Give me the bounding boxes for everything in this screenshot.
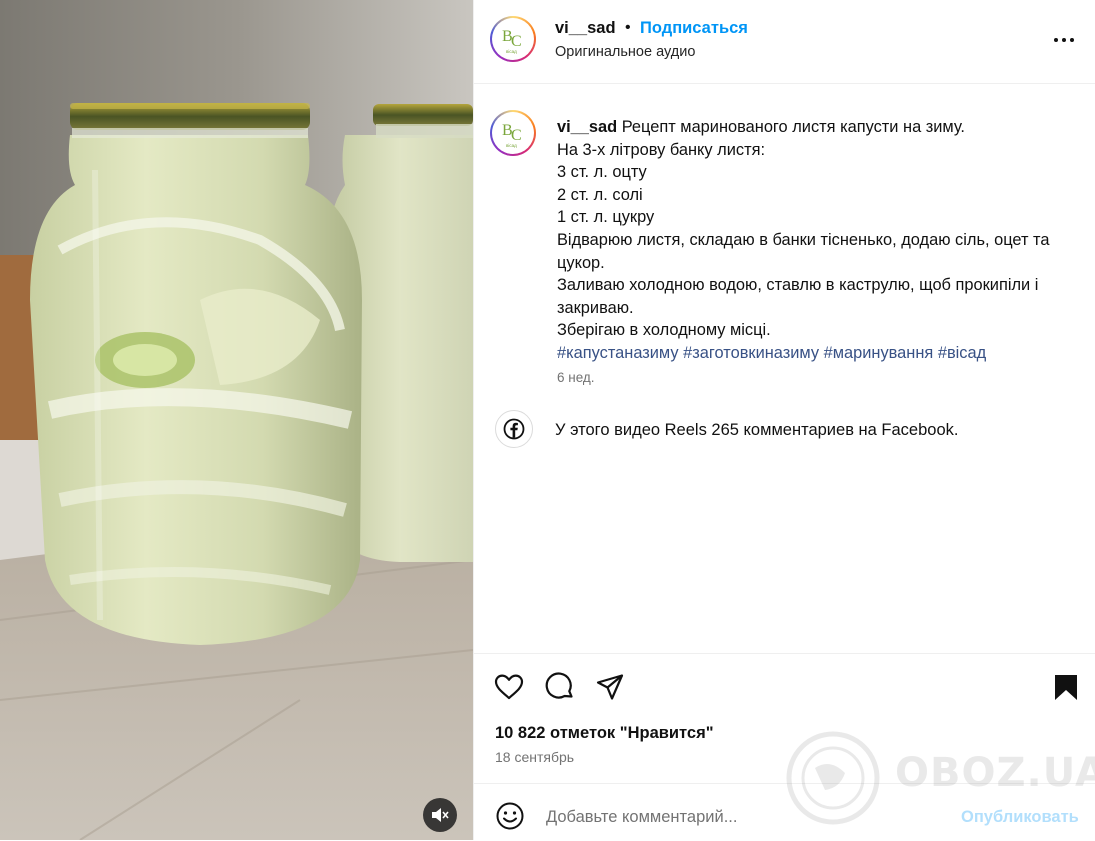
caption-line: Відварюю листя, складаю в банки тісненьк… [557, 230, 1050, 272]
facebook-icon-wrap [495, 410, 533, 448]
post-caption: vi__sad Рецепт маринованого листя капуст… [557, 116, 1082, 365]
follow-button[interactable]: Подписаться [640, 19, 748, 38]
post-panel: В С вісад vi__sad • Подписаться Оригинал… [473, 0, 1095, 840]
caption-line: 1 ст. л. цукру [557, 208, 655, 227]
post-header: В С вісад vi__sad • Подписаться Оригинал… [474, 0, 1095, 84]
emoji-icon[interactable] [495, 801, 525, 831]
hashtag-link[interactable]: #заготовкиназиму [683, 344, 819, 362]
hashtag-list: #капустаназиму #заготовкиназиму #маринув… [557, 342, 1082, 365]
comment-input[interactable] [544, 799, 938, 835]
caption-line: 3 ст. л. оцту [557, 163, 647, 182]
svg-text:С: С [511, 127, 522, 144]
video-media[interactable] [0, 0, 473, 840]
header-username[interactable]: vi__sad [555, 19, 616, 38]
publish-button[interactable]: Опубликовать [961, 808, 1079, 827]
svg-text:С: С [511, 33, 522, 50]
bookmark-icon[interactable] [1051, 672, 1081, 702]
hashtag-link[interactable]: #вісад [938, 344, 986, 362]
hashtag-link[interactable]: #капустаназиму [557, 344, 679, 362]
mute-button[interactable] [423, 798, 457, 832]
hashtag-link[interactable]: #маринування [824, 344, 934, 362]
caption-line: 2 ст. л. солі [557, 185, 643, 204]
more-icon[interactable] [1052, 31, 1076, 49]
caption-line: Рецепт маринованого листя капусти на зим… [621, 118, 965, 136]
brand-logo-icon: В С вісад [502, 28, 522, 54]
caption-age[interactable]: 6 нед. [557, 370, 595, 385]
facebook-note-text: У этого видео Reels 265 комментариев на … [555, 421, 959, 439]
avatar[interactable]: В С вісад [490, 16, 536, 62]
likes-count[interactable]: 10 822 отметок "Нравится" [495, 724, 714, 743]
heart-icon[interactable] [494, 672, 524, 702]
post-actions: 10 822 отметок "Нравится" 18 сентябрь [474, 653, 1095, 784]
post-date[interactable]: 18 сентябрь [495, 749, 574, 765]
caption-username[interactable]: vi__sad [557, 118, 617, 136]
svg-text:вісад: вісад [506, 49, 517, 54]
share-icon[interactable] [595, 672, 625, 702]
mute-icon [432, 808, 449, 822]
brand-logo-icon: В С вісад [502, 122, 522, 148]
separator-dot: • [625, 19, 631, 36]
caption-avatar[interactable]: В С вісад [490, 110, 536, 156]
audio-link[interactable]: Оригинальное аудио [555, 44, 695, 60]
comment-bar: Опубликовать [474, 783, 1095, 841]
caption-line: На 3-х літрову банку листя: [557, 140, 766, 159]
comment-icon[interactable] [545, 672, 575, 702]
cabbage-jars-image [0, 0, 473, 840]
svg-text:вісад: вісад [506, 143, 517, 148]
caption-line: Заливаю холодною водою, ставлю в каструл… [557, 276, 1039, 317]
caption-line: Зберігаю в холодному місці. [557, 321, 771, 340]
facebook-icon [503, 418, 525, 440]
